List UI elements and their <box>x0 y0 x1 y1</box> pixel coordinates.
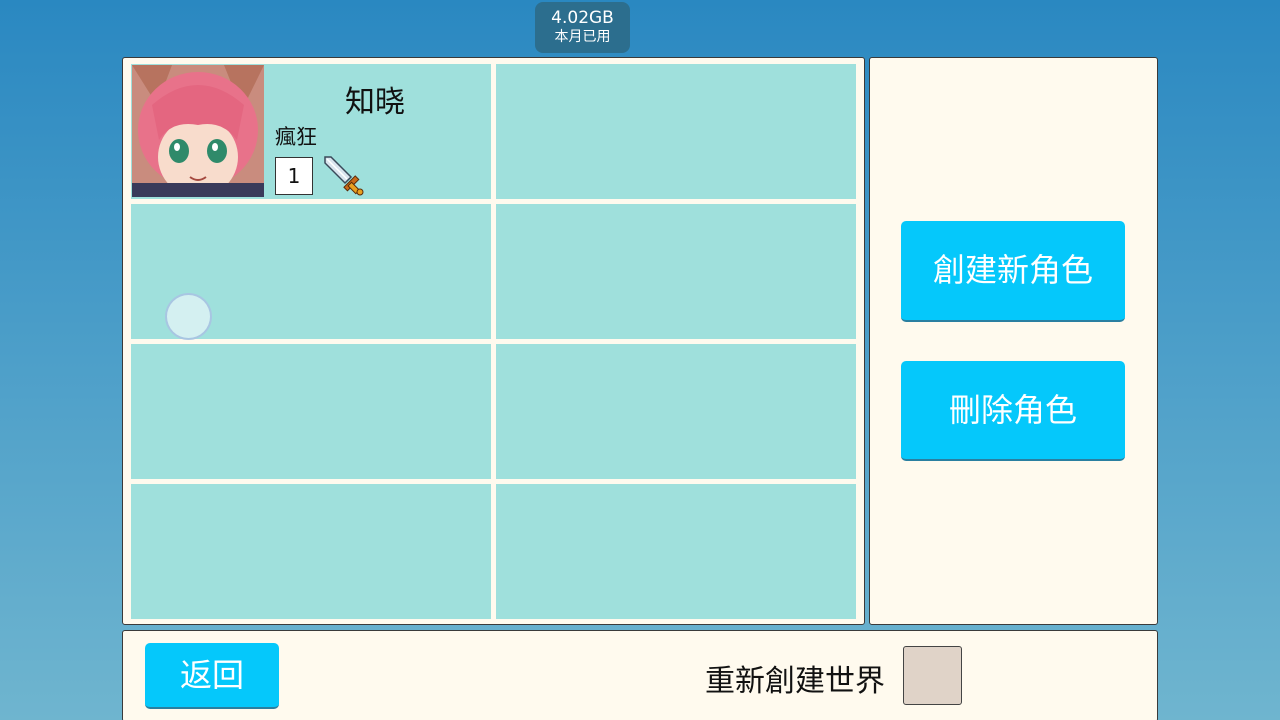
touch-indicator <box>165 293 212 340</box>
character-list-panel: 知晓 瘋狂 1 <box>122 57 865 625</box>
recreate-world-label: 重新創建世界 <box>705 664 885 699</box>
character-level: 1 <box>275 157 313 195</box>
character-slot-8[interactable] <box>496 484 856 619</box>
data-usage-amount: 4.02GB <box>551 8 614 28</box>
back-button[interactable]: 返回 <box>145 643 279 709</box>
character-slot-5[interactable] <box>131 344 491 479</box>
character-slot-4[interactable] <box>496 204 856 339</box>
data-usage-caption: 本月已用 <box>554 29 611 45</box>
character-slot-2[interactable] <box>496 64 856 199</box>
character-slot-7[interactable] <box>131 484 491 619</box>
action-panel <box>869 57 1158 625</box>
character-portrait <box>132 65 264 197</box>
character-slot-1[interactable]: 知晓 瘋狂 1 <box>131 64 491 199</box>
character-slot-6[interactable] <box>496 344 856 479</box>
create-character-button[interactable]: 創建新角色 <box>901 221 1125 322</box>
data-usage-badge: 4.02GB 本月已用 <box>535 2 630 53</box>
character-name: 知晓 <box>345 85 405 120</box>
sword-icon <box>323 155 365 197</box>
recreate-world-checkbox[interactable] <box>903 646 962 705</box>
character-title: 瘋狂 <box>275 125 317 149</box>
delete-character-button[interactable]: 刪除角色 <box>901 361 1125 461</box>
